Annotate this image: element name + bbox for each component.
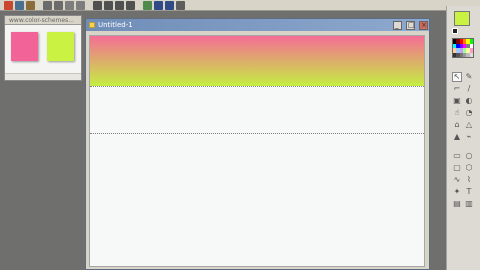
smudge-icon[interactable]: ☝ (452, 108, 462, 118)
maximize-button[interactable]: □ (406, 20, 415, 30)
fill-icon[interactable]: ◐ (464, 96, 474, 106)
top-toolbar (0, 0, 480, 11)
gradient-band (90, 36, 424, 86)
brush-icon[interactable]: ⌐ (452, 84, 462, 94)
app-window: www.color-schemes... Untitled-1 _ □ × ↖ … (0, 0, 480, 270)
pink-swatch[interactable] (11, 32, 38, 61)
stamp-icon[interactable]: ▲ (452, 132, 462, 142)
eraser-icon[interactable]: ▣ (452, 96, 462, 106)
minimize-button[interactable]: _ (393, 20, 402, 30)
close-button[interactable]: × (419, 20, 428, 30)
rounded-rectangle-icon[interactable]: ▢ (452, 163, 462, 173)
thumbnail-body (5, 25, 81, 80)
lime-swatch[interactable] (47, 32, 74, 61)
fill-icon[interactable] (143, 0, 152, 10)
zoom-out-icon[interactable] (54, 0, 63, 10)
document-window[interactable]: Untitled-1 _ □ × (85, 18, 430, 270)
lasso-icon[interactable]: ⌇ (464, 175, 474, 185)
custom-shape-icon[interactable]: ✦ (452, 187, 462, 197)
document-title: Untitled-1 (98, 21, 133, 29)
cut-icon[interactable] (26, 0, 35, 10)
rectangle-icon[interactable]: ▭ (452, 151, 462, 161)
thumbnail-window-title[interactable]: www.color-schemes... (5, 16, 81, 25)
marquee-icon[interactable] (93, 0, 102, 10)
pen-icon[interactable]: ✎ (464, 72, 474, 82)
color-palette[interactable] (452, 38, 474, 58)
line-icon[interactable] (104, 0, 113, 10)
pencil-icon[interactable] (126, 0, 135, 10)
zoom-in-icon[interactable] (43, 0, 52, 10)
new-icon[interactable] (4, 0, 13, 10)
thumbnail-footer (5, 73, 81, 80)
freeform-icon[interactable]: ∿ (452, 175, 462, 185)
pencil-icon[interactable]: / (464, 84, 474, 94)
text-icon[interactable]: T (464, 187, 474, 197)
foreground-color-swatch[interactable] (454, 11, 470, 26)
hand-icon[interactable] (65, 0, 74, 10)
sharpen-icon[interactable]: △ (464, 120, 474, 130)
drop-icon[interactable]: ⌂ (452, 120, 462, 130)
thumbnail-window[interactable]: www.color-schemes... (4, 15, 82, 81)
open-icon[interactable] (15, 0, 24, 10)
text-icon[interactable] (176, 0, 185, 10)
lasso-icon[interactable] (76, 0, 85, 10)
tool-palette: ↖ ✎ ⌐ / ▣ ◐ ☝ ◔ ⌂ △ ▲ ⌁ ▭ ○ ▢ ⬡ ∿ ⌇ ✦ T … (446, 6, 480, 270)
arrow-icon[interactable]: ↖ (452, 72, 462, 82)
selection-area[interactable] (90, 86, 424, 134)
mode-icon[interactable]: ▤ (452, 199, 462, 209)
close-icon: × (421, 20, 427, 29)
document-titlebar[interactable]: Untitled-1 _ □ × (86, 19, 429, 31)
maximize-icon: □ (408, 20, 415, 29)
polygon-icon[interactable]: ⬡ (464, 163, 474, 173)
image-canvas[interactable] (89, 35, 425, 267)
minimize-icon: _ (395, 20, 399, 29)
eraser-icon[interactable] (115, 0, 124, 10)
dropper-icon[interactable] (154, 0, 163, 10)
default-colors-icon[interactable] (452, 28, 458, 34)
eyedropper-icon[interactable]: ⌁ (464, 132, 474, 142)
screen-icon[interactable]: ▥ (464, 199, 474, 209)
document-icon (89, 22, 95, 28)
tool-grid: ↖ ✎ ⌐ / ▣ ◐ ☝ ◔ ⌂ △ ▲ ⌁ ▭ ○ ▢ ⬡ ∿ ⌇ ✦ T … (452, 72, 476, 209)
dodge-icon[interactable]: ◔ (464, 108, 474, 118)
shape-icon[interactable] (165, 0, 174, 10)
ellipse-icon[interactable]: ○ (464, 151, 474, 161)
